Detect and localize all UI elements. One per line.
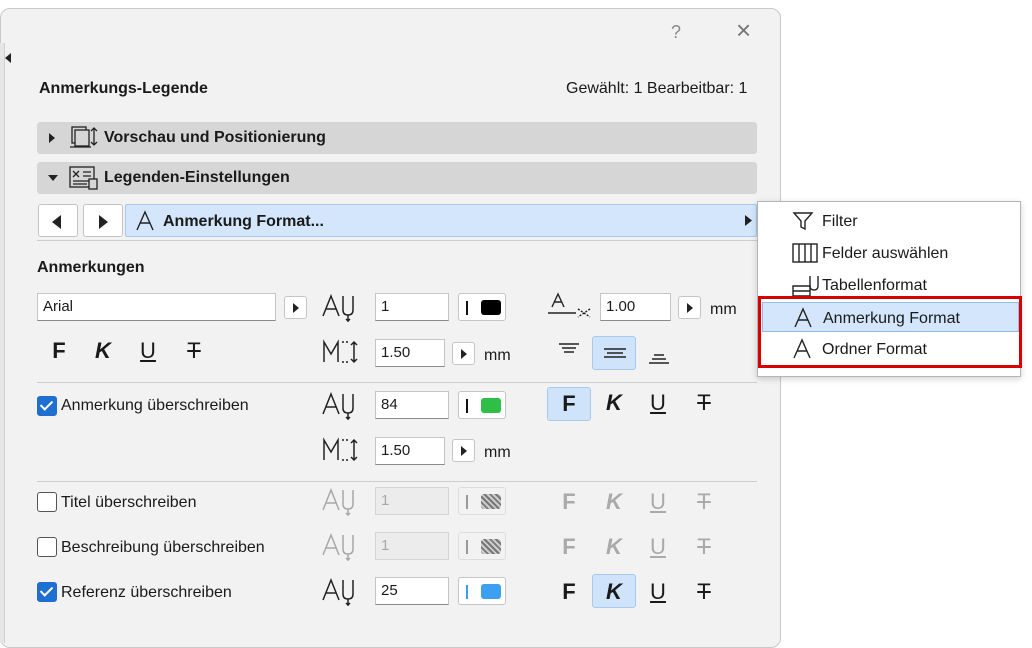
annotation-pen-color[interactable] [458, 293, 506, 321]
collapse-left-icon[interactable] [5, 53, 11, 63]
override-description-label: Beschreibung überschreiben [61, 539, 265, 556]
menu-item-label: Tabellenformat [822, 277, 927, 294]
override-reference-checkbox[interactable] [37, 582, 57, 602]
menu-arrow-icon [745, 215, 752, 226]
override-line-height-field[interactable]: 1.50 [375, 437, 445, 465]
preview-position-icon [69, 125, 99, 151]
text-pen-icon [321, 292, 359, 322]
override-line-height-menu-button[interactable] [452, 439, 475, 462]
letter-spacing-menu-button[interactable] [678, 296, 701, 319]
override-annotation-checkbox[interactable] [37, 396, 57, 416]
italic-icon[interactable]: K [90, 339, 116, 363]
letter-spacing-field[interactable]: 1.00 [600, 293, 671, 321]
override-italic-icon[interactable]: K [601, 391, 627, 415]
reference-underline-icon[interactable]: U [645, 580, 671, 604]
next-button[interactable] [83, 204, 123, 237]
menu-item-label: Filter [822, 213, 858, 230]
annotations-heading: Anmerkungen [37, 259, 145, 276]
title-italic-icon: K [606, 489, 622, 514]
section-legend-settings-header[interactable]: Legenden-Einstellungen [37, 162, 757, 194]
filter-icon [792, 210, 814, 232]
reference-bold-icon[interactable]: F [556, 580, 582, 604]
text-pen-icon [321, 486, 359, 516]
section-legend-settings-label: Legenden-Einstellungen [104, 169, 290, 186]
font-field[interactable]: Arial [37, 293, 276, 321]
format-selector-label: Anmerkung Format... [163, 213, 324, 230]
previous-button[interactable] [38, 204, 78, 237]
chevron-right-icon [48, 133, 56, 143]
title-bold-icon: F [562, 489, 576, 514]
align-middle-button[interactable] [592, 336, 636, 370]
divider [37, 382, 757, 383]
table-format-icon [792, 274, 822, 298]
close-button[interactable]: × [736, 17, 751, 43]
override-line-height-unit: mm [484, 444, 511, 461]
chevron-down-icon [48, 174, 58, 182]
menu-item-label: Felder auswählen [822, 245, 949, 262]
align-top-icon[interactable] [558, 342, 580, 356]
text-pen-icon [321, 390, 359, 420]
reference-pen-color[interactable] [458, 577, 506, 605]
text-format-icon [135, 210, 155, 232]
bold-icon[interactable]: F [46, 339, 72, 363]
override-title-checkbox[interactable] [37, 492, 57, 512]
columns-icon [792, 242, 818, 264]
legend-settings-icon [69, 165, 99, 191]
override-strikethrough-icon[interactable]: T [691, 391, 717, 415]
line-height-field[interactable]: 1.50 [375, 339, 445, 367]
description-pen-field: 1 [375, 532, 449, 560]
format-selector-bar[interactable]: Anmerkung Format... [125, 204, 757, 237]
divider [37, 240, 757, 241]
line-height-icon [322, 436, 362, 464]
override-reference-label: Referenz überschreiben [61, 584, 232, 601]
letter-spacing-unit: mm [710, 301, 737, 318]
text-pen-icon [321, 576, 359, 606]
title-pen-field: 1 [375, 487, 449, 515]
strikethrough-icon[interactable]: T [181, 339, 207, 363]
italic-icon: K [606, 579, 622, 604]
bold-icon: F [562, 391, 576, 416]
annotation-pen-field[interactable]: 1 [375, 293, 449, 321]
override-underline-icon[interactable]: U [645, 391, 671, 415]
reference-italic-button[interactable]: K [592, 574, 636, 608]
left-splitter[interactable] [0, 43, 5, 643]
font-menu-button[interactable] [284, 296, 307, 319]
dialog-title: Anmerkungs-Legende [39, 80, 208, 97]
override-bold-button[interactable]: F [547, 387, 591, 421]
section-preview-header[interactable]: Vorschau und Positionierung [37, 122, 757, 154]
reference-strikethrough-icon[interactable]: T [691, 580, 717, 604]
title-pen-color [458, 487, 506, 515]
reference-pen-field[interactable]: 25 [375, 577, 449, 605]
title-underline-icon: U [650, 489, 666, 514]
help-button[interactable]: ? [671, 23, 681, 41]
description-underline-icon: U [650, 534, 666, 559]
line-height-menu-button[interactable] [452, 342, 475, 365]
letter-spacing-icon [546, 291, 594, 321]
section-preview-label: Vorschau und Positionierung [104, 129, 326, 146]
override-pen-color[interactable] [458, 391, 506, 419]
description-strikethrough-icon: T [697, 534, 711, 559]
override-title-label: Titel überschreiben [61, 494, 197, 511]
divider [37, 481, 757, 482]
description-italic-icon: K [606, 534, 622, 559]
override-description-checkbox[interactable] [37, 537, 57, 557]
line-height-unit: mm [484, 347, 511, 364]
override-pen-field[interactable]: 84 [375, 391, 449, 419]
title-strikethrough-icon: T [697, 489, 711, 514]
text-pen-icon [321, 531, 359, 561]
description-bold-icon: F [562, 534, 576, 559]
selection-status: Gewählt: 1 Bearbeitbar: 1 [566, 80, 748, 97]
highlight-frame [758, 296, 1022, 368]
override-annotation-label: Anmerkung überschreiben [61, 397, 249, 414]
line-height-icon [322, 338, 362, 366]
align-bottom-icon[interactable] [648, 353, 670, 367]
underline-icon[interactable]: U [135, 339, 161, 363]
description-pen-color [458, 532, 506, 560]
menu-item-filter[interactable]: Filter [758, 206, 1020, 236]
menu-item-select-fields[interactable]: Felder auswählen [758, 238, 1020, 268]
